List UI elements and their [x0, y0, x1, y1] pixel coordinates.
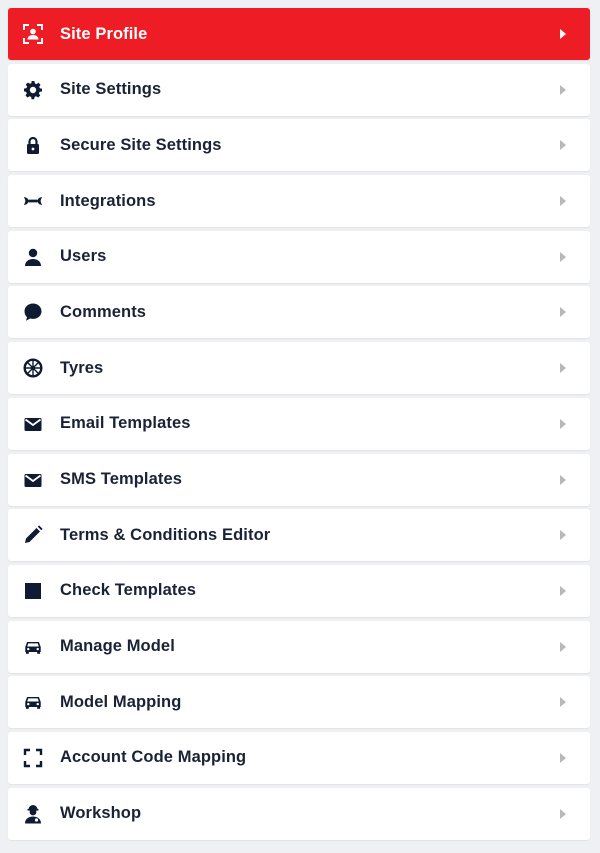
menu-item-workshop[interactable]: Workshop — [8, 787, 590, 840]
menu-item-label: Integrations — [60, 191, 156, 210]
chevron-right-icon — [560, 808, 566, 819]
wrench-icon — [22, 190, 44, 212]
settings-menu: Site Profile Site Settings Secure Site S… — [8, 8, 590, 843]
chevron-right-icon — [560, 530, 566, 541]
square-icon — [22, 580, 44, 602]
menu-item-site-profile[interactable]: Site Profile — [8, 8, 590, 60]
menu-item-label: Terms & Conditions Editor — [60, 525, 271, 544]
chevron-right-icon — [560, 585, 566, 596]
chevron-right-icon — [560, 140, 566, 151]
tyre-icon — [22, 357, 44, 379]
menu-item-label: Tyres — [60, 358, 104, 377]
chevron-right-icon — [560, 418, 566, 429]
menu-item-tyres[interactable]: Tyres — [8, 342, 590, 395]
menu-item-label: Model Mapping — [60, 692, 182, 711]
chevron-right-icon — [560, 84, 566, 95]
menu-item-comments[interactable]: Comments — [8, 286, 590, 339]
menu-item-integrations[interactable]: Integrations — [8, 175, 590, 228]
chevron-right-icon — [560, 363, 566, 374]
chevron-right-icon — [560, 752, 566, 763]
menu-item-label: Site Profile — [60, 24, 148, 43]
chevron-right-icon — [560, 196, 566, 207]
user-icon — [22, 246, 44, 268]
menu-item-label: Comments — [60, 302, 147, 321]
menu-item-email-templates[interactable]: Email Templates — [8, 397, 590, 450]
menu-item-label: SMS Templates — [60, 470, 183, 488]
menu-item-sms-templates[interactable]: SMS Templates — [8, 453, 590, 506]
chevron-right-icon — [560, 641, 566, 652]
mechanic-icon — [22, 803, 44, 825]
site-profile-icon — [22, 23, 44, 45]
scan-frame-icon — [22, 747, 44, 769]
menu-item-site-settings[interactable]: Site Settings — [8, 63, 590, 116]
menu-item-users[interactable]: Users — [8, 230, 590, 283]
menu-item-label: Workshop — [60, 804, 142, 823]
menu-item-label: Email Templates — [60, 414, 191, 433]
menu-item-account-code-mapping[interactable]: Account Code Mapping — [8, 731, 590, 784]
pencil-icon — [22, 524, 44, 546]
lock-icon — [22, 134, 44, 156]
chevron-right-icon — [560, 29, 566, 39]
menu-item-label: Check Templates — [60, 581, 196, 600]
menu-item-label: Secure Site Settings — [60, 135, 222, 154]
menu-item-label: Account Code Mapping — [60, 748, 247, 767]
car-icon — [22, 636, 44, 658]
menu-item-model-mapping[interactable]: Model Mapping — [8, 676, 590, 729]
menu-item-secure-site-settings[interactable]: Secure Site Settings — [8, 119, 590, 172]
menu-item-check-templates[interactable]: Check Templates — [8, 564, 590, 617]
envelope-icon — [22, 469, 44, 491]
chevron-right-icon — [560, 697, 566, 708]
car-icon — [22, 691, 44, 713]
chevron-right-icon — [560, 307, 566, 318]
envelope-icon — [22, 413, 44, 435]
menu-item-label: Users — [60, 247, 107, 266]
chevron-right-icon — [560, 474, 566, 485]
chevron-right-icon — [560, 251, 566, 262]
menu-item-manage-model[interactable]: Manage Model — [8, 620, 590, 673]
menu-item-label: Site Settings — [60, 80, 162, 99]
menu-item-label: Manage Model — [60, 637, 175, 656]
gear-icon — [22, 79, 44, 101]
comment-icon — [22, 301, 44, 323]
menu-item-terms-conditions-editor[interactable]: Terms & Conditions Editor — [8, 509, 590, 562]
